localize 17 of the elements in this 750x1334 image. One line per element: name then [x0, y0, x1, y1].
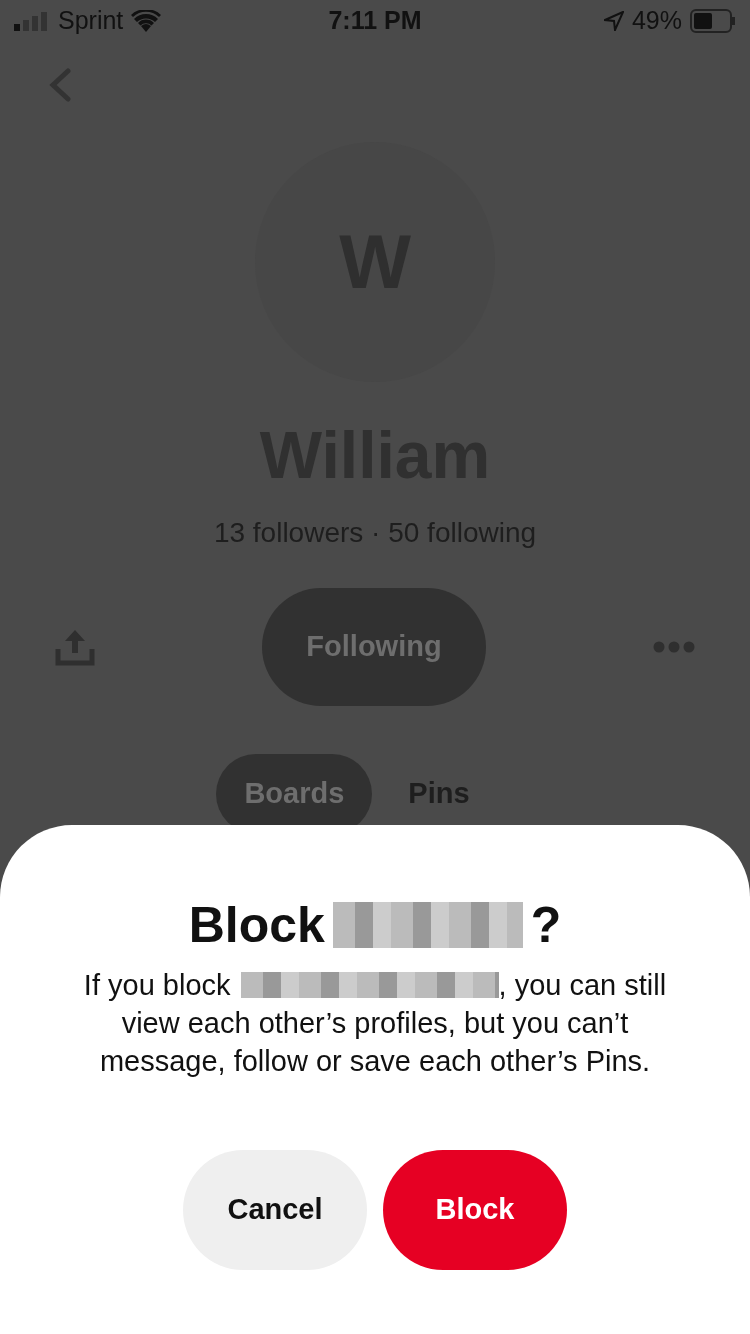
- dialog-message: If you block: [83, 968, 231, 1003]
- battery-icon: [690, 9, 736, 33]
- dialog-title: Block: [188, 900, 325, 950]
- battery-percent: 49%: [631, 5, 682, 37]
- more-options-icon[interactable]: [653, 641, 695, 653]
- following-button[interactable]: Following: [262, 588, 486, 706]
- back-chevron-icon[interactable]: [48, 68, 72, 102]
- carrier-name: Sprint: [58, 5, 124, 37]
- cancel-button[interactable]: Cancel: [183, 1150, 367, 1270]
- clock-time: 7:11 PM: [328, 5, 422, 37]
- block-button[interactable]: Block: [383, 1150, 567, 1270]
- signal-icon: [14, 11, 50, 31]
- dialog-title-end: ?: [530, 900, 562, 950]
- dialog-message: , you can still: [498, 968, 667, 1003]
- location-arrow-icon: [603, 11, 624, 31]
- wifi-icon: [131, 10, 162, 32]
- dialog-message: view each other’s profiles, but you can’t message, follow or save each other’s Pins.: [98, 1006, 652, 1079]
